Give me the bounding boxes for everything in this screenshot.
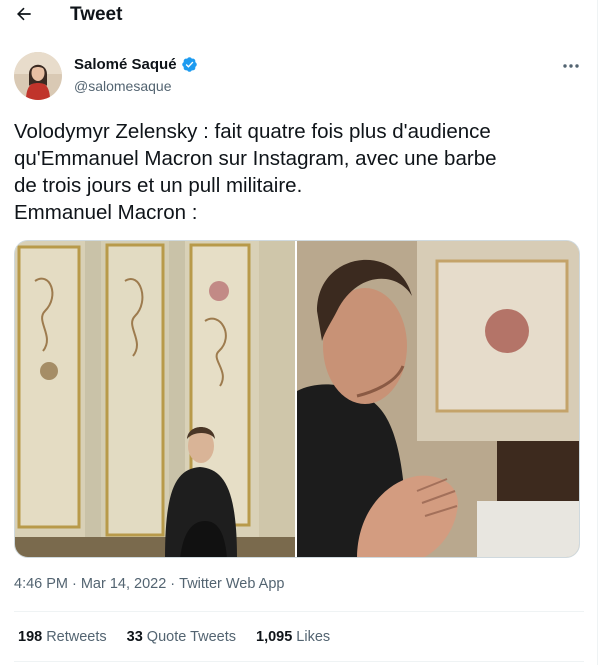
more-options-button[interactable]: [558, 56, 584, 76]
name-row: Salomé Saqué: [74, 56, 198, 73]
divider: [14, 661, 584, 662]
separator: ·: [72, 576, 77, 592]
tweet-time[interactable]: 4:46 PM: [14, 576, 68, 592]
verified-badge-icon: [181, 57, 197, 72]
quote-tweets-label: Quote Tweets: [146, 629, 236, 645]
avatar[interactable]: [14, 52, 62, 100]
retweets-stat[interactable]: 198 Retweets: [18, 629, 107, 645]
arrow-left-icon: [17, 7, 31, 21]
display-name[interactable]: Salomé Saqué: [74, 56, 177, 73]
tweet-stats: 198 Retweets 33 Quote Tweets 1,095 Likes: [18, 629, 330, 645]
tweet-text-line: Emmanuel Macron :: [14, 201, 198, 224]
photo-right[interactable]: [297, 241, 579, 557]
user-handle[interactable]: @salomesaque: [74, 78, 172, 94]
likes-count: 1,095: [256, 629, 293, 645]
tweet-metadata: 4:46 PM · Mar 14, 2022 · Twitter Web App: [14, 576, 284, 592]
divider: [14, 611, 584, 612]
tweet-text-line: de trois jours et un pull militaire.: [14, 174, 303, 197]
tweet-author: Salomé Saqué @salomesaque: [14, 52, 584, 102]
likes-stat[interactable]: 1,095 Likes: [256, 629, 330, 645]
photo-left[interactable]: [15, 241, 295, 557]
likes-label: Likes: [296, 629, 331, 645]
retweets-label: Retweets: [46, 629, 107, 645]
separator: ·: [170, 576, 176, 592]
tweet-media: [14, 240, 580, 558]
photo-macron-room: [15, 241, 295, 557]
page-title: Tweet: [70, 4, 123, 25]
more-horizontal-icon: [563, 64, 579, 68]
quote-tweets-stat[interactable]: 33 Quote Tweets: [127, 629, 236, 645]
tweet-detail-column: Tweet Salomé Saqué @salomesaque Volodymy…: [0, 0, 598, 665]
tweet-date[interactable]: Mar 14, 2022: [81, 576, 166, 592]
tweet-text-line: qu'Emmanuel Macron sur Instagram, avec u…: [14, 147, 497, 170]
photo-macron-closeup: [297, 241, 579, 557]
tweet-text-line: Volodymyr Zelensky : fait quatre fois pl…: [14, 120, 491, 143]
page-header: Tweet: [0, 0, 598, 30]
tweet-source[interactable]: Twitter Web App: [179, 576, 284, 592]
tweet-text: Volodymyr Zelensky : fait quatre fois pl…: [14, 118, 584, 226]
quote-tweets-count: 33: [126, 629, 143, 645]
back-button[interactable]: [8, 0, 40, 28]
retweets-count: 198: [18, 629, 43, 645]
avatar-image: [14, 52, 62, 100]
